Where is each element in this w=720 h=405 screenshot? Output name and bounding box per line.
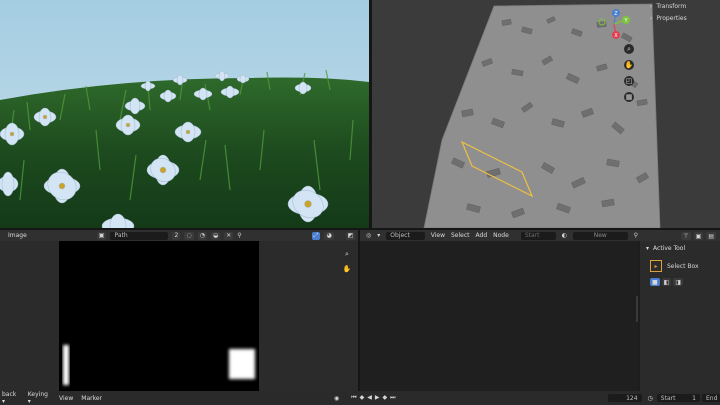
current-frame-field[interactable]: 124: [607, 394, 642, 402]
end-frame-label: End: [706, 394, 718, 402]
node-editor-scrollbar[interactable]: [636, 296, 638, 322]
play-reverse-icon[interactable]: ◀: [367, 394, 372, 402]
viewport-sidebar-tabs: › Transform › Properties: [640, 0, 720, 24]
chevron-down-icon: ▾: [646, 245, 650, 252]
start-frame-value: 1: [692, 394, 696, 402]
end-frame-field[interactable]: End: [702, 394, 720, 402]
overlay-toggle-icon[interactable]: ◕: [324, 231, 334, 240]
camera-view-icon[interactable]: ◰: [624, 76, 634, 86]
gizmo-toggle-icon[interactable]: ⤢: [311, 231, 321, 240]
transform-panel-header[interactable]: › Transform: [640, 0, 720, 12]
clock-icon[interactable]: ◷: [648, 395, 653, 402]
gizmo-z-label: Z: [614, 11, 618, 17]
select-box-icon: ▸: [650, 260, 662, 272]
open-image-icon[interactable]: ◒: [210, 231, 221, 240]
node-editor-header: ◎ ▾ Object View Select Add Node Start ◐ …: [360, 230, 638, 241]
mode-subtract-icon[interactable]: ◨: [673, 278, 684, 286]
render-preview: [0, 0, 369, 228]
zoom-icon[interactable]: ⌕: [342, 249, 352, 259]
menu-view[interactable]: View: [431, 232, 445, 239]
playback-menu[interactable]: back ▾: [2, 391, 20, 405]
timeline-view-menu[interactable]: View: [59, 395, 73, 402]
timeline-header: back ▾ Keying ▾ View Marker ◉ ⏮ ◆ ◀ ▶ ◆ …: [0, 391, 720, 405]
image-canvas[interactable]: [59, 241, 259, 391]
user-count[interactable]: 2: [172, 231, 181, 240]
node-editor-canvas[interactable]: [360, 241, 638, 391]
properties-label: Properties: [656, 14, 687, 22]
record-icon[interactable]: ◉: [334, 395, 339, 402]
pin-icon[interactable]: ⚲: [237, 232, 241, 239]
pan-hand-icon[interactable]: ✋: [342, 264, 352, 274]
start-frame-label: Start: [660, 394, 676, 402]
pan-hand-icon[interactable]: ✋: [624, 60, 634, 70]
view-tab-icon[interactable]: ▣: [693, 232, 704, 240]
gizmo-x-label: X: [614, 33, 618, 39]
mode-set-icon[interactable]: ■: [650, 278, 660, 286]
prev-keyframe-icon[interactable]: ◆: [360, 394, 365, 402]
active-tool-panel: ▾ Active Tool ▸ Select Box ■ ◧ ◨: [640, 241, 720, 391]
image-nav-buttons: ⌕ ✋: [342, 249, 352, 274]
properties-panel-header[interactable]: › Properties: [640, 12, 720, 24]
slot-icon[interactable]: ◐: [562, 232, 567, 239]
start-field[interactable]: Start: [520, 231, 556, 240]
display-channels-icon[interactable]: ◩: [345, 231, 356, 240]
new-material-field[interactable]: New: [572, 231, 628, 240]
marker-menu[interactable]: Marker: [81, 395, 102, 402]
close-x-icon[interactable]: ✕: [224, 231, 234, 240]
image-menu[interactable]: Image: [8, 232, 27, 239]
jump-end-icon[interactable]: ⏭: [390, 394, 395, 402]
selection-mode-buttons: ■ ◧ ◨: [640, 276, 720, 288]
menu-add[interactable]: Add: [476, 232, 488, 239]
play-icon[interactable]: ▶: [375, 394, 380, 402]
next-keyframe-icon[interactable]: ◆: [383, 394, 388, 402]
image-editor-header: Image ▣ Path 2 ◌ ◔ ◒ ✕ ⚲ ⤢ ◕ ◩: [0, 230, 358, 241]
object-mode-label: Object: [390, 232, 410, 239]
shader-type-icon[interactable]: ▾: [377, 232, 380, 239]
new-image-icon[interactable]: ◔: [197, 231, 207, 240]
select-box-label: Select Box: [667, 262, 699, 270]
new-label: New: [593, 232, 607, 239]
keying-label: Keying: [27, 391, 48, 398]
keying-menu[interactable]: Keying ▾: [28, 391, 51, 405]
perspective-grid-icon[interactable]: ▦: [624, 92, 634, 102]
fake-user-shield-icon[interactable]: ◌: [184, 231, 194, 240]
zoom-icon[interactable]: ⌕: [624, 44, 634, 54]
playback-controls: ⏮ ◆ ◀ ▶ ◆ ⏭: [351, 394, 395, 402]
image-name-field[interactable]: Path: [110, 231, 169, 240]
chevron-right-icon: ›: [650, 14, 653, 22]
menu-node[interactable]: Node: [493, 232, 509, 239]
mode-extend-icon[interactable]: ◧: [661, 278, 672, 286]
active-tool-title: Active Tool: [653, 245, 686, 252]
3d-viewport[interactable]: [372, 0, 720, 228]
start-frame-field[interactable]: Start 1: [656, 394, 700, 402]
image-browse-icon[interactable]: ▣: [96, 231, 107, 240]
editor-type-icon[interactable]: ◎: [366, 232, 371, 239]
select-box-tool[interactable]: ▸ Select Box: [640, 256, 720, 276]
navigation-gizmo[interactable]: Z Y X: [596, 6, 636, 40]
chevron-right-icon: ›: [650, 2, 653, 10]
jump-start-icon[interactable]: ⏮: [351, 394, 356, 402]
playback-label: back: [2, 391, 17, 398]
sidebar-header: ⊤ ▣ ▤: [638, 230, 720, 241]
tool-tab-icon[interactable]: ⊤: [681, 232, 691, 240]
transform-label: Transform: [656, 2, 687, 10]
object-mode-dropdown[interactable]: Object: [386, 231, 425, 240]
active-tool-header[interactable]: ▾ Active Tool: [640, 241, 720, 256]
options-tab-icon[interactable]: ▤: [706, 232, 716, 240]
menu-select[interactable]: Select: [451, 232, 470, 239]
viewport-nav-buttons: ⌕ ✋ ◰ ▦: [624, 44, 634, 102]
